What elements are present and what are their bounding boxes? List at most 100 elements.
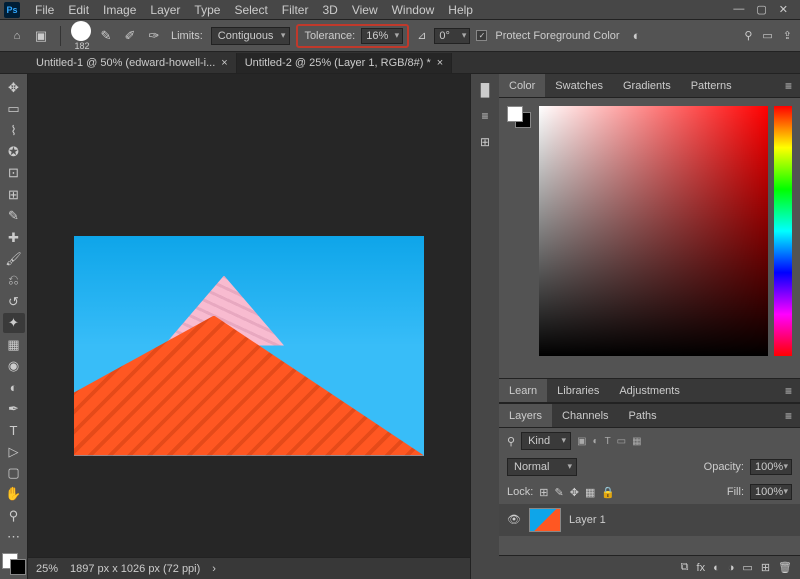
share-icon[interactable]: ⇪: [783, 29, 792, 42]
panel-menu-icon[interactable]: ≡: [777, 384, 800, 398]
zoom-value[interactable]: 25%: [36, 563, 58, 575]
maximize-icon[interactable]: ▢: [756, 3, 766, 16]
background-swatch[interactable]: [10, 559, 26, 575]
move-tool[interactable]: ✥: [3, 78, 25, 97]
close-icon[interactable]: ✕: [779, 3, 788, 16]
tab-learn[interactable]: Learn: [499, 379, 547, 402]
blur-tool[interactable]: ◉: [3, 356, 25, 375]
hue-slider[interactable]: [774, 106, 792, 356]
frame-tool[interactable]: ⊞: [3, 185, 25, 204]
menu-select[interactable]: Select: [227, 3, 274, 17]
menu-filter[interactable]: Filter: [275, 3, 316, 17]
link-icon[interactable]: ⧉: [681, 561, 689, 574]
fx-icon[interactable]: fx: [697, 562, 706, 574]
lock-nest-icon[interactable]: ▦: [585, 486, 595, 499]
pressure-icon[interactable]: ✐: [121, 27, 139, 45]
home-icon[interactable]: ⌂: [8, 27, 26, 45]
pressure-opacity-icon[interactable]: ◐: [628, 27, 646, 45]
layer-item[interactable]: 👁 Layer 1: [499, 504, 800, 536]
tab-color[interactable]: Color: [499, 74, 545, 97]
menu-edit[interactable]: Edit: [61, 3, 96, 17]
eyedropper-tool[interactable]: ✎: [3, 206, 25, 225]
menu-window[interactable]: Window: [385, 3, 442, 17]
picture-icon[interactable]: ▣: [32, 27, 50, 45]
lock-trans-icon[interactable]: ⊞: [539, 486, 548, 499]
menu-image[interactable]: Image: [96, 3, 143, 17]
marquee-tool[interactable]: ▭: [3, 99, 25, 118]
layer-name[interactable]: Layer 1: [569, 514, 606, 526]
brush-preview[interactable]: [71, 21, 91, 41]
quick-select-tool[interactable]: ✪: [3, 142, 25, 161]
canvas[interactable]: [28, 74, 470, 557]
close-tab-icon[interactable]: ×: [221, 57, 227, 69]
airbrush-icon[interactable]: ✑: [145, 27, 163, 45]
workspace-icon[interactable]: ▭: [762, 29, 772, 42]
filter-adjust-icon[interactable]: ◐: [593, 436, 599, 447]
tab-patterns[interactable]: Patterns: [681, 74, 742, 97]
shape-tool[interactable]: ▢: [3, 463, 25, 482]
healing-tool[interactable]: ✚: [3, 228, 25, 247]
kind-dropdown[interactable]: Kind: [521, 432, 571, 450]
tab-paths[interactable]: Paths: [619, 404, 667, 427]
hand-tool[interactable]: ✋: [3, 485, 25, 504]
collapsed-icon[interactable]: ≡: [475, 106, 495, 126]
panel-menu-icon[interactable]: ≡: [777, 79, 800, 93]
tab-swatches[interactable]: Swatches: [545, 74, 613, 97]
filter-shape-icon[interactable]: ▭: [617, 436, 626, 447]
menu-layer[interactable]: Layer: [143, 3, 187, 17]
blend-dropdown[interactable]: Normal: [507, 458, 577, 476]
lasso-tool[interactable]: ⌇: [3, 121, 25, 140]
adjust-icon[interactable]: ◑: [728, 562, 735, 574]
menu-3d[interactable]: 3D: [315, 3, 344, 17]
gradient-tool[interactable]: ▦: [3, 335, 25, 354]
color-field[interactable]: [539, 106, 768, 356]
tab-channels[interactable]: Channels: [552, 404, 618, 427]
tab-adjustments[interactable]: Adjustments: [609, 379, 690, 402]
eraser-tool[interactable]: ✦: [3, 313, 25, 332]
collapsed-icon[interactable]: ⊞: [475, 132, 495, 152]
menu-file[interactable]: File: [28, 3, 61, 17]
new-layer-icon[interactable]: ⊞: [761, 561, 770, 574]
lock-pixel-icon[interactable]: ✎: [555, 486, 564, 499]
layer-thumbnail[interactable]: [529, 508, 561, 532]
menu-help[interactable]: Help: [441, 3, 480, 17]
stamp-tool[interactable]: ⎌: [3, 271, 25, 290]
mask-icon[interactable]: ◐: [713, 562, 720, 574]
tab-layers[interactable]: Layers: [499, 404, 552, 427]
panel-menu-icon[interactable]: ≡: [777, 409, 800, 423]
group-icon[interactable]: ▭: [742, 561, 752, 574]
history-brush-tool[interactable]: ↺: [3, 292, 25, 311]
fill-input[interactable]: 100%: [750, 484, 792, 500]
menu-type[interactable]: Type: [187, 3, 227, 17]
doc-tab-2[interactable]: Untitled-2 @ 25% (Layer 1, RGB/8#) * ×: [237, 53, 452, 73]
lock-all-icon[interactable]: 🔒: [601, 486, 615, 499]
path-tool[interactable]: ▷: [3, 442, 25, 461]
visibility-icon[interactable]: 👁: [507, 513, 521, 527]
edit-toolbar[interactable]: ⋯: [3, 528, 25, 547]
opacity-input[interactable]: 100%: [750, 459, 792, 475]
brush-tool[interactable]: 🖌: [3, 249, 25, 268]
protect-checkbox[interactable]: ✓: [476, 30, 487, 41]
doc-info[interactable]: 1897 px x 1026 px (72 ppi): [70, 563, 200, 575]
doc-tab-1[interactable]: Untitled-1 @ 50% (edward-howell-i... ×: [28, 53, 237, 73]
brush-settings-icon[interactable]: ✎: [97, 27, 115, 45]
tab-gradients[interactable]: Gradients: [613, 74, 681, 97]
menu-view[interactable]: View: [345, 3, 385, 17]
tolerance-input[interactable]: 16%: [361, 28, 403, 44]
filter-pixel-icon[interactable]: ▣: [577, 436, 586, 447]
delete-icon[interactable]: 🗑: [778, 561, 792, 574]
dodge-tool[interactable]: ◐: [3, 378, 25, 397]
pen-tool[interactable]: ✒: [3, 399, 25, 418]
lock-pos-icon[interactable]: ✥: [570, 486, 579, 499]
chevron-right-icon[interactable]: ›: [212, 563, 216, 575]
filter-type-icon[interactable]: T: [605, 436, 611, 447]
close-tab-icon[interactable]: ×: [437, 57, 443, 69]
angle-input[interactable]: 0°: [434, 28, 470, 44]
minimize-icon[interactable]: —: [733, 3, 744, 16]
fg-color[interactable]: [507, 106, 523, 122]
filter-smart-icon[interactable]: ▦: [632, 436, 641, 447]
search-icon[interactable]: ⚲: [744, 29, 752, 42]
zoom-tool[interactable]: ⚲: [3, 506, 25, 525]
collapsed-icon[interactable]: █: [475, 80, 495, 100]
crop-tool[interactable]: ⊡: [3, 164, 25, 183]
